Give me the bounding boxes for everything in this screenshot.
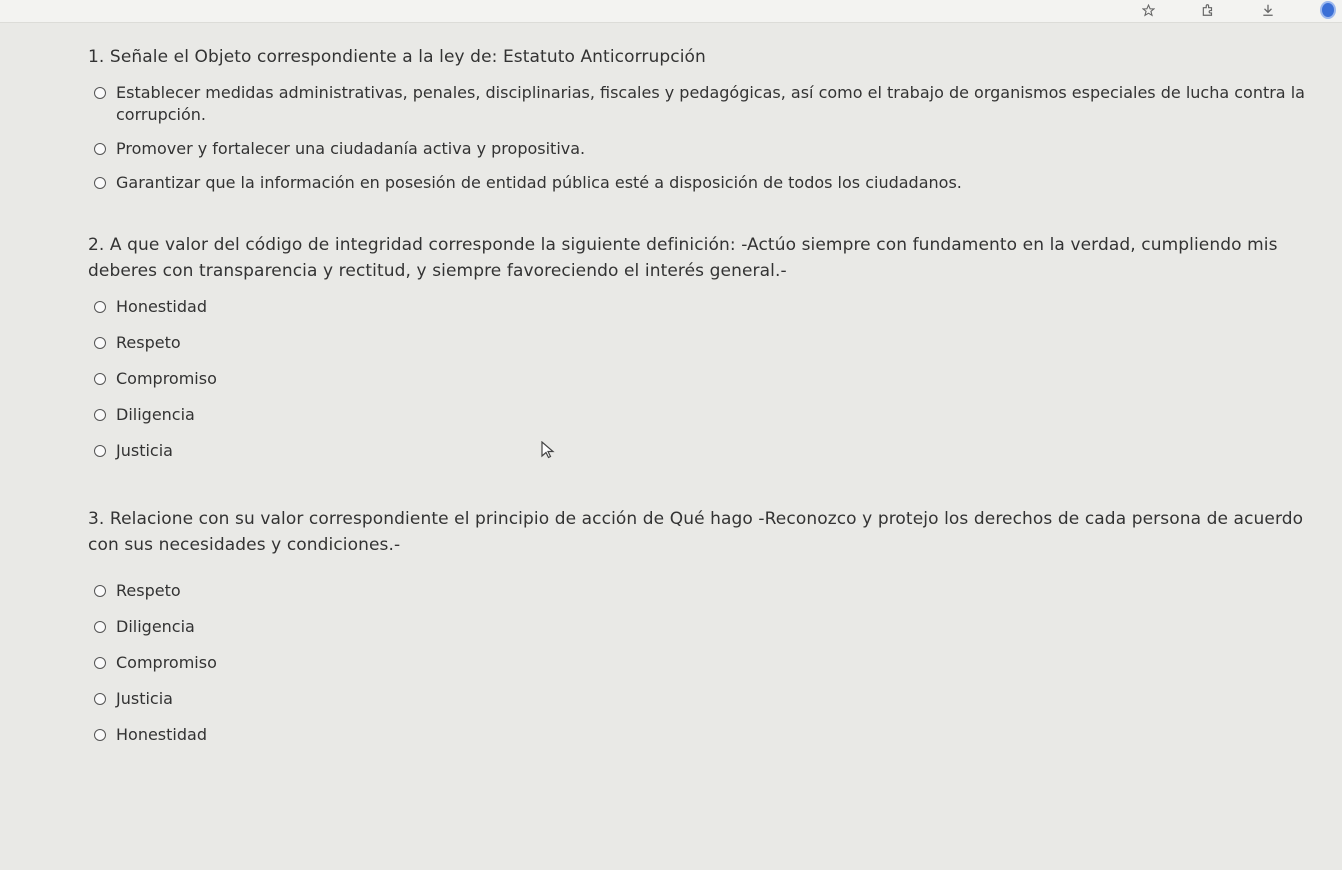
radio-button[interactable]: [94, 445, 106, 457]
question-1: 1. Señale el Objeto correspondiente a la…: [88, 44, 1318, 194]
option-item[interactable]: Compromiso: [94, 368, 1318, 390]
profile-avatar: [1320, 1, 1336, 19]
quiz-form: 1. Señale el Objeto correspondiente a la…: [88, 44, 1318, 760]
option-item[interactable]: Establecer medidas administrativas, pena…: [94, 82, 1318, 126]
option-label: Diligencia: [116, 617, 195, 636]
question-3: 3. Relacione con su valor correspondient…: [88, 506, 1318, 746]
option-item[interactable]: Justicia: [94, 688, 1318, 710]
option-item[interactable]: Justicia: [94, 440, 1318, 462]
option-label: Honestidad: [116, 725, 207, 744]
browser-toolbar: [0, 0, 1342, 23]
option-label: Respeto: [116, 581, 181, 600]
option-label: Diligencia: [116, 405, 195, 424]
radio-button[interactable]: [94, 657, 106, 669]
radio-button[interactable]: [94, 143, 106, 155]
option-item[interactable]: Respeto: [94, 580, 1318, 602]
question-title: 2. A que valor del código de integridad …: [88, 235, 1278, 281]
question-2: 2. A que valor del código de integridad …: [88, 232, 1318, 462]
options-list: Honestidad Respeto Compromiso Diligencia…: [88, 296, 1318, 462]
option-item[interactable]: Diligencia: [94, 404, 1318, 426]
option-label: Garantizar que la información en posesió…: [116, 173, 962, 192]
option-item[interactable]: Promover y fortalecer una ciudadanía act…: [94, 138, 1318, 160]
options-list: Establecer medidas administrativas, pena…: [88, 82, 1318, 194]
option-item[interactable]: Honestidad: [94, 724, 1318, 746]
star-icon[interactable]: [1140, 2, 1156, 18]
option-label: Justicia: [116, 441, 173, 460]
download-icon[interactable]: [1260, 2, 1276, 18]
radio-button[interactable]: [94, 729, 106, 741]
radio-button[interactable]: [94, 87, 106, 99]
extensions-icon[interactable]: [1200, 2, 1216, 18]
radio-button[interactable]: [94, 585, 106, 597]
option-label: Justicia: [116, 689, 173, 708]
radio-button[interactable]: [94, 177, 106, 189]
option-item[interactable]: Diligencia: [94, 616, 1318, 638]
option-item[interactable]: Respeto: [94, 332, 1318, 354]
option-label: Promover y fortalecer una ciudadanía act…: [116, 139, 586, 158]
option-label: Compromiso: [116, 653, 217, 672]
question-title: 3. Relacione con su valor correspondient…: [88, 509, 1304, 555]
radio-button[interactable]: [94, 409, 106, 421]
options-list: Respeto Diligencia Compromiso Justicia H…: [88, 580, 1318, 746]
option-label: Honestidad: [116, 297, 207, 316]
radio-button[interactable]: [94, 373, 106, 385]
radio-button[interactable]: [94, 337, 106, 349]
option-item[interactable]: Garantizar que la información en posesió…: [94, 172, 1318, 194]
radio-button[interactable]: [94, 693, 106, 705]
option-item[interactable]: Honestidad: [94, 296, 1318, 318]
profile-icon[interactable]: [1320, 1, 1336, 19]
option-item[interactable]: Compromiso: [94, 652, 1318, 674]
option-label: Compromiso: [116, 369, 217, 388]
mouse-pointer-icon: [541, 440, 555, 459]
option-label: Respeto: [116, 333, 181, 352]
toolbar-icons: [1140, 0, 1336, 20]
option-label: Establecer medidas administrativas, pena…: [116, 83, 1305, 124]
radio-button[interactable]: [94, 301, 106, 313]
radio-button[interactable]: [94, 621, 106, 633]
question-title: 1. Señale el Objeto correspondiente a la…: [88, 47, 706, 67]
